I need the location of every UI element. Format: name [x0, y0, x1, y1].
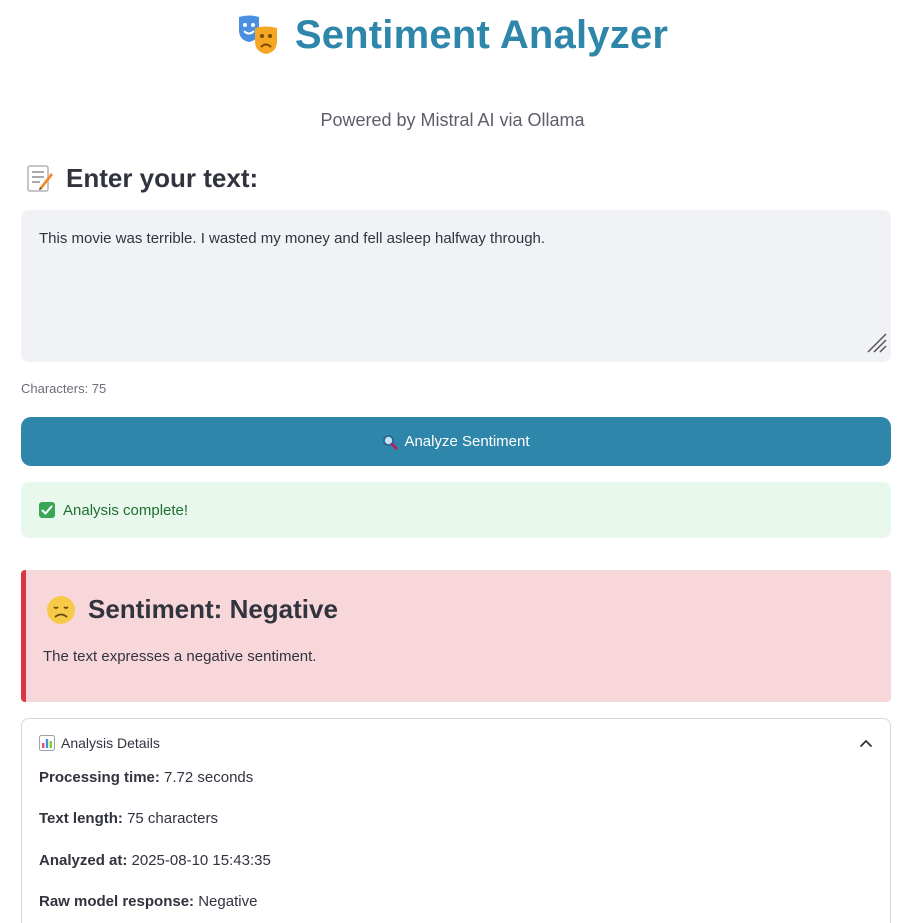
detail-value: 75 characters [127, 810, 218, 827]
detail-raw-model-response: Raw model response: Negative [39, 893, 257, 910]
text-input-container: This movie was terrible. I wasted my mon… [21, 210, 891, 362]
detail-value: 2025-08-10 15:43:35 [131, 852, 271, 869]
magnifier-icon [382, 434, 399, 450]
sentiment-result-card: Sentiment: Negative The text expresses a… [21, 570, 891, 702]
detail-value: Negative [198, 893, 258, 910]
sentiment-result-description: The text expresses a negative sentiment. [43, 648, 317, 665]
text-input[interactable]: This movie was terrible. I wasted my mon… [21, 210, 891, 362]
success-message: Analysis complete! [63, 501, 189, 519]
detail-analyzed-at: Analyzed at: 2025-08-10 15:43:35 [39, 852, 271, 869]
analysis-details-label: Analysis Details [61, 735, 160, 751]
check-box-icon [39, 502, 55, 518]
analysis-details-expander: Analysis Details Processing time: 7.72 s… [21, 718, 891, 923]
detail-label: Text length: [39, 810, 123, 827]
detail-value: 7.72 seconds [164, 769, 254, 786]
disappointed-face-icon [46, 595, 76, 625]
detail-label: Analyzed at: [39, 852, 128, 869]
detail-label: Processing time: [39, 769, 160, 786]
character-count: Characters: 75 [21, 381, 107, 396]
page-title: Sentiment Analyzer [294, 12, 669, 57]
detail-processing-time: Processing time: 7.72 seconds [39, 769, 253, 786]
app-page: Sentiment Analyzer Powered by Mistral AI… [0, 0, 905, 923]
analyze-sentiment-button[interactable]: Analyze Sentiment [21, 417, 891, 466]
page-subtitle: Powered by Mistral AI via Ollama [320, 110, 585, 130]
sentiment-result-heading: Sentiment: Negative [46, 594, 338, 625]
analyze-button-label: Analyze Sentiment [404, 433, 530, 450]
theater-masks-icon [237, 14, 281, 56]
input-section-heading: Enter your text: [26, 160, 258, 196]
resize-handle-icon[interactable] [866, 332, 888, 359]
memo-icon [26, 163, 54, 193]
input-section-title: Enter your text: [66, 162, 259, 193]
bar-chart-icon [39, 735, 55, 751]
sentiment-result-title: Sentiment: Negative [88, 594, 338, 624]
analysis-details-toggle[interactable]: Analysis Details [39, 733, 873, 753]
detail-text-length: Text length: 75 characters [39, 810, 218, 827]
chevron-up-icon[interactable] [859, 738, 873, 748]
page-header: Sentiment Analyzer [0, 10, 905, 60]
success-alert: Analysis complete! [21, 482, 891, 538]
detail-label: Raw model response: [39, 893, 195, 910]
